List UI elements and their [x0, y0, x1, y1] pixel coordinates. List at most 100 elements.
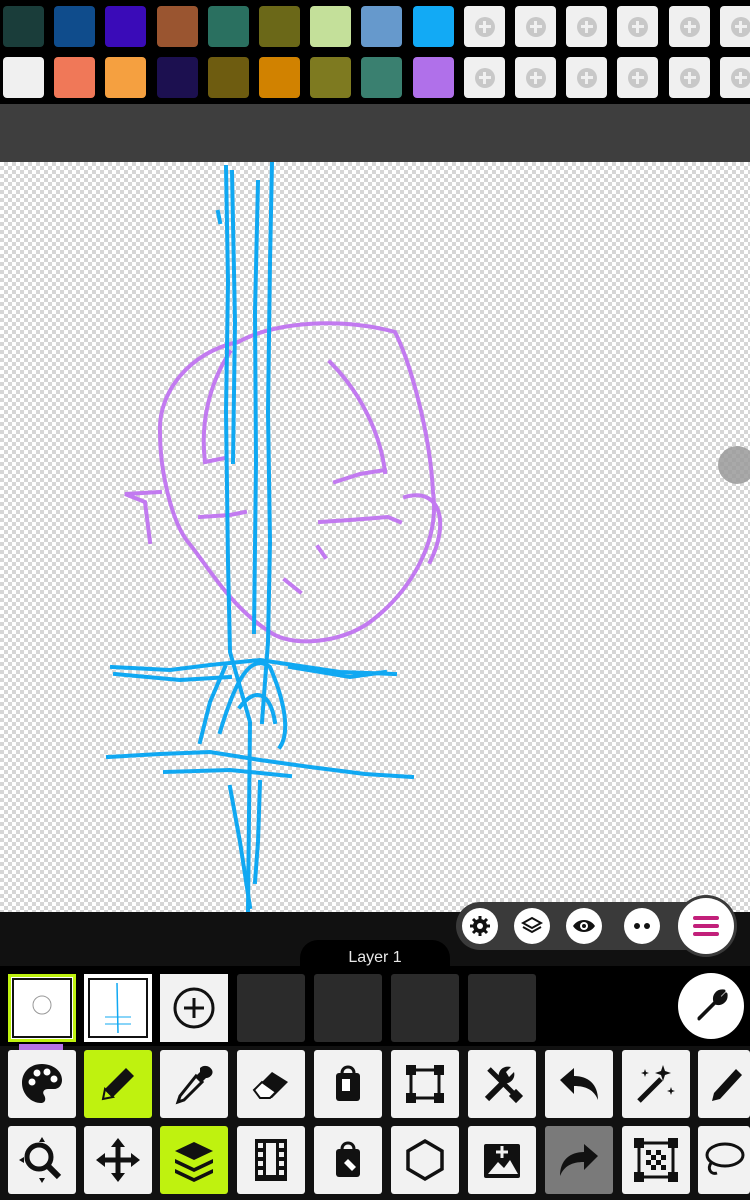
- magic-wand-tool[interactable]: [622, 1050, 690, 1118]
- plus-icon: [474, 16, 495, 37]
- brush-tool[interactable]: [698, 1050, 750, 1118]
- add-image-icon: [484, 1144, 520, 1178]
- eraser-icon: [252, 1072, 288, 1099]
- undo-icon: [560, 1068, 598, 1100]
- color-swatch[interactable]: [310, 57, 351, 98]
- add-color-swatch[interactable]: [669, 6, 710, 47]
- wrench-button[interactable]: [678, 973, 744, 1039]
- pencil-icon: [101, 1068, 134, 1101]
- add-color-swatch[interactable]: [515, 6, 556, 47]
- brush-icon: [712, 1069, 742, 1101]
- plus-icon: [576, 16, 597, 37]
- film-strip-icon: [255, 1139, 287, 1181]
- color-swatch[interactable]: [157, 57, 198, 98]
- color-swatch[interactable]: [208, 6, 249, 47]
- magic-wand-icon: [637, 1065, 675, 1103]
- move-tool[interactable]: [84, 1126, 152, 1194]
- plus-icon: [576, 67, 597, 88]
- transform-icon: [406, 1065, 444, 1103]
- lasso-icon: [705, 1142, 745, 1175]
- add-color-swatch[interactable]: [720, 57, 750, 98]
- color-palette: [0, 0, 750, 104]
- empty-layer-slot: [391, 974, 459, 1042]
- menu-button[interactable]: [678, 898, 734, 954]
- canvas-edit-handle[interactable]: [718, 446, 750, 484]
- fill-bucket-tool[interactable]: [314, 1050, 382, 1118]
- layer-name: Layer 1: [348, 949, 402, 966]
- eyedropper-icon: [175, 1065, 213, 1105]
- add-color-swatch[interactable]: [464, 57, 505, 98]
- color-swatch[interactable]: [310, 6, 351, 47]
- empty-layer-slot: [237, 974, 305, 1042]
- pencil-tool[interactable]: [84, 1050, 152, 1118]
- color-swatch[interactable]: [157, 6, 198, 47]
- add-color-swatch[interactable]: [566, 57, 607, 98]
- empty-layer-slot: [468, 974, 536, 1042]
- wrench-icon: [697, 989, 728, 1021]
- plus-icon: [525, 16, 546, 37]
- color-swatch[interactable]: [361, 6, 402, 47]
- redo-button[interactable]: [545, 1126, 613, 1194]
- bucket-icon: [336, 1065, 360, 1101]
- color-swatch[interactable]: [259, 57, 300, 98]
- head-outline: [157, 321, 436, 644]
- tools-tool[interactable]: [468, 1050, 536, 1118]
- redo-icon: [560, 1144, 598, 1176]
- tools-icon: [484, 1066, 524, 1104]
- plus-icon: [679, 16, 700, 37]
- hexagon-icon: [406, 1138, 444, 1182]
- animation-tool[interactable]: [237, 1126, 305, 1194]
- plus-icon: [525, 67, 546, 88]
- eraser-tool[interactable]: [237, 1050, 305, 1118]
- layers-tool[interactable]: [160, 1126, 228, 1194]
- empty-layer-slot: [314, 974, 382, 1042]
- layers-stack-icon: [175, 1142, 213, 1182]
- eyedropper-tool[interactable]: [160, 1050, 228, 1118]
- plus-icon: [474, 67, 495, 88]
- add-color-swatch[interactable]: [720, 6, 750, 47]
- add-color-swatch[interactable]: [464, 6, 505, 47]
- move-icon: [96, 1138, 140, 1182]
- color-swatch[interactable]: [54, 57, 95, 98]
- color-swatch[interactable]: [361, 57, 402, 98]
- plus-icon: [627, 16, 648, 37]
- color-swatch[interactable]: [208, 57, 249, 98]
- top-bar: [0, 104, 750, 162]
- transform-tool[interactable]: [391, 1050, 459, 1118]
- add-color-swatch[interactable]: [515, 57, 556, 98]
- layer-thumbnail-1[interactable]: [8, 974, 76, 1042]
- eye-icon[interactable]: [566, 908, 602, 944]
- add-layer-button[interactable]: [160, 974, 228, 1042]
- drawing-canvas[interactable]: [0, 162, 750, 912]
- zoom-tool[interactable]: [8, 1126, 76, 1194]
- add-color-swatch[interactable]: [617, 57, 658, 98]
- color-swatch[interactable]: [54, 6, 95, 47]
- add-color-swatch[interactable]: [566, 6, 607, 47]
- color-swatch[interactable]: [105, 57, 146, 98]
- color-swatch[interactable]: [105, 6, 146, 47]
- selection-icon: [634, 1138, 678, 1182]
- add-color-swatch[interactable]: [669, 57, 710, 98]
- more-dots-icon[interactable]: [624, 908, 660, 944]
- menu-icon: [693, 916, 719, 936]
- color-swatch[interactable]: [413, 6, 454, 47]
- selection-tool[interactable]: [622, 1126, 690, 1194]
- layer-thumbnail-2[interactable]: [84, 974, 152, 1042]
- plus-icon: [679, 67, 700, 88]
- plus-icon: [627, 67, 648, 88]
- add-color-swatch[interactable]: [617, 6, 658, 47]
- color-swatch[interactable]: [259, 6, 300, 47]
- shape-tool[interactable]: [391, 1126, 459, 1194]
- lasso-tool[interactable]: [698, 1126, 750, 1194]
- color-swatch[interactable]: [413, 57, 454, 98]
- layers-icon[interactable]: [514, 908, 550, 944]
- add-image-tool[interactable]: [468, 1126, 536, 1194]
- color-swatch[interactable]: [3, 6, 44, 47]
- layer-strip: [0, 966, 750, 1046]
- palette-tool[interactable]: [8, 1050, 76, 1118]
- undo-button[interactable]: [545, 1050, 613, 1118]
- sword-blade: [223, 164, 253, 912]
- fill-tool[interactable]: [314, 1126, 382, 1194]
- color-swatch[interactable]: [3, 57, 44, 98]
- gear-icon[interactable]: [462, 908, 498, 944]
